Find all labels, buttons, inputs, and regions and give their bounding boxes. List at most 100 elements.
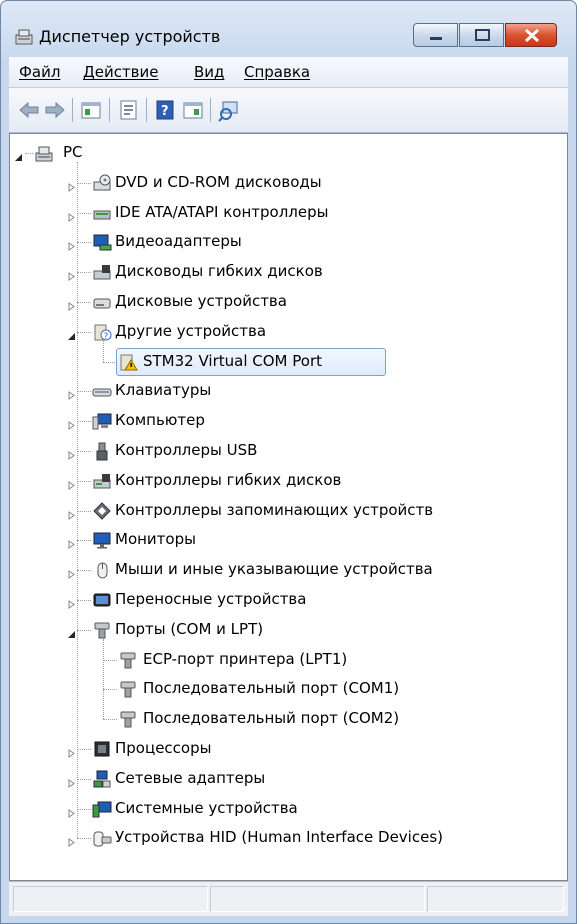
menu-bar: Файл Действие Вид Справка: [9, 57, 568, 88]
tree-item-label: DVD и CD-ROM дисководы: [115, 172, 322, 191]
tree-category-8[interactable]: Компьютер: [10, 406, 565, 436]
dvd-drive-icon: [92, 173, 112, 193]
window-title: Диспетчер устройств: [39, 27, 221, 46]
expand-arrow-icon[interactable]: [67, 476, 76, 490]
tree-category-19[interactable]: Устройства HID (Human Interface Devices): [10, 823, 565, 853]
collapse-arrow-icon[interactable]: [67, 625, 76, 638]
tree-item-label: Компьютер: [115, 411, 205, 430]
forward-icon[interactable]: [43, 98, 67, 122]
tree-category-1[interactable]: DVD и CD-ROM дисководы: [10, 168, 565, 198]
show-hide-tree-icon[interactable]: [79, 98, 103, 122]
tree-item-label: Последовательный порт (COM2): [143, 709, 400, 728]
expand-arrow-icon[interactable]: [67, 446, 76, 460]
floppy-controller-icon: [92, 471, 112, 491]
close-button[interactable]: [505, 23, 557, 47]
properties-icon[interactable]: [116, 98, 140, 122]
port-icon: [118, 709, 138, 729]
expand-arrow-icon[interactable]: [67, 386, 76, 401]
expand-arrow-icon[interactable]: [67, 833, 76, 848]
collapse-arrow-icon[interactable]: [67, 327, 76, 340]
tree-device-item[interactable]: STM32 Virtual COM Port: [10, 347, 565, 377]
expand-arrow-icon[interactable]: [67, 297, 76, 311]
tree-item-label: Другие устройства: [115, 321, 267, 340]
usb-icon: [92, 441, 112, 461]
collapse-arrow-icon[interactable]: [14, 148, 23, 161]
tree-category-13[interactable]: Мыши и иные указывающие устройства: [10, 555, 565, 585]
tree-item-label: ECP-порт принтера (LPT1): [143, 649, 348, 668]
tree-category-6[interactable]: ? Другие устройства: [10, 317, 565, 347]
status-pane: [427, 886, 564, 912]
action-pane-icon[interactable]: [181, 98, 205, 122]
tree-category-2[interactable]: IDE ATA/ATAPI контроллеры: [10, 198, 565, 228]
ide-controller-icon: [92, 203, 112, 223]
tree-device-item[interactable]: ECP-порт принтера (LPT1): [10, 645, 565, 675]
device-manager-window: Диспетчер устройств Файл Действие Вид Сп…: [0, 0, 577, 924]
tree-category-7[interactable]: Клавиатуры: [10, 376, 565, 406]
tree-category-17[interactable]: Сетевые адаптеры: [10, 764, 565, 794]
device-tree: PC DVD и CD-ROM дисководы IDE ATA/ATAPI ко…: [9, 133, 568, 881]
monitor-icon: [92, 530, 112, 550]
tree-category-4[interactable]: Дисководы гибких дисков: [10, 257, 565, 287]
tree-category-11[interactable]: Контроллеры запоминающих устройств: [10, 496, 565, 526]
menu-action[interactable]: Действие: [83, 63, 159, 81]
back-icon[interactable]: [17, 98, 41, 122]
tree-category-5[interactable]: Дисковые устройства: [10, 287, 565, 317]
tree-item-label: Переносные устройства: [115, 590, 307, 608]
expand-arrow-icon[interactable]: [67, 804, 76, 818]
computer-icon: [92, 411, 112, 431]
expand-arrow-icon[interactable]: [67, 774, 76, 788]
expand-arrow-icon[interactable]: [67, 565, 76, 580]
expand-arrow-icon[interactable]: [67, 506, 76, 520]
floppy-drive-icon: [92, 262, 112, 282]
tree-item-label: Контроллеры запоминающих устройств: [115, 500, 434, 519]
expand-arrow-icon[interactable]: [67, 267, 76, 282]
disk-drive-icon: [92, 292, 112, 312]
tree-category-3[interactable]: Видеоадаптеры: [10, 227, 565, 257]
menu-view[interactable]: Вид: [194, 63, 224, 81]
tree-category-15[interactable]: Порты (COM и LPT): [10, 615, 565, 645]
expand-arrow-icon[interactable]: [67, 237, 76, 252]
status-pane: [210, 886, 425, 912]
expand-arrow-icon[interactable]: [67, 416, 76, 431]
expand-arrow-icon[interactable]: [67, 178, 76, 192]
network-adapter-icon: [92, 769, 112, 789]
port-icon: [118, 679, 138, 699]
expand-arrow-icon[interactable]: [67, 595, 76, 609]
help-icon[interactable]: ?: [153, 98, 177, 122]
expand-arrow-icon[interactable]: [67, 208, 76, 222]
tree-item-label: Дисковые устройства: [115, 292, 287, 310]
display-adapter-icon: [92, 232, 112, 252]
tree-item-label: PC: [63, 143, 83, 161]
tree-device-item[interactable]: Последовательный порт (COM1): [10, 674, 565, 704]
tree-category-14[interactable]: Переносные устройства: [10, 585, 565, 615]
tree-item-label: Мыши и иные указывающие устройства: [115, 560, 433, 579]
warning-device-icon: [118, 352, 138, 372]
portable-device-icon: [92, 590, 112, 610]
svg-text:?: ?: [161, 104, 169, 119]
keyboard-icon: [92, 381, 112, 401]
menu-help[interactable]: Справка: [244, 63, 310, 81]
tree-device-item[interactable]: Последовательный порт (COM2): [10, 704, 565, 734]
tree-category-10[interactable]: Контроллеры гибких дисков: [10, 466, 565, 496]
tree-item-label: Контроллеры гибких дисков: [115, 470, 342, 489]
hid-device-icon: [92, 828, 112, 848]
port-icon: [118, 650, 138, 670]
title-bar[interactable]: Диспетчер устройств: [1, 1, 576, 55]
tree-category-9[interactable]: Контроллеры USB: [10, 436, 565, 466]
menu-file[interactable]: Файл: [19, 63, 60, 81]
tree-root-pc[interactable]: PC: [10, 138, 565, 168]
maximize-button[interactable]: [459, 23, 504, 47]
minimize-button[interactable]: [413, 23, 458, 47]
unknown-device-icon: ?: [92, 322, 112, 342]
tree-category-16[interactable]: Процессоры: [10, 734, 565, 764]
tree-category-12[interactable]: Мониторы: [10, 525, 565, 555]
expand-arrow-icon[interactable]: [67, 535, 76, 550]
computer-root: [34, 143, 54, 163]
tree-category-18[interactable]: Системные устройства: [10, 794, 565, 824]
scan-hardware-icon[interactable]: [217, 98, 241, 122]
mouse-icon: [92, 560, 112, 580]
tree-item-label: Системные устройства: [115, 798, 298, 817]
processor-icon: [92, 739, 112, 759]
expand-arrow-icon[interactable]: [67, 744, 76, 758]
tree-item-label: Сетевые адаптеры: [115, 768, 266, 787]
